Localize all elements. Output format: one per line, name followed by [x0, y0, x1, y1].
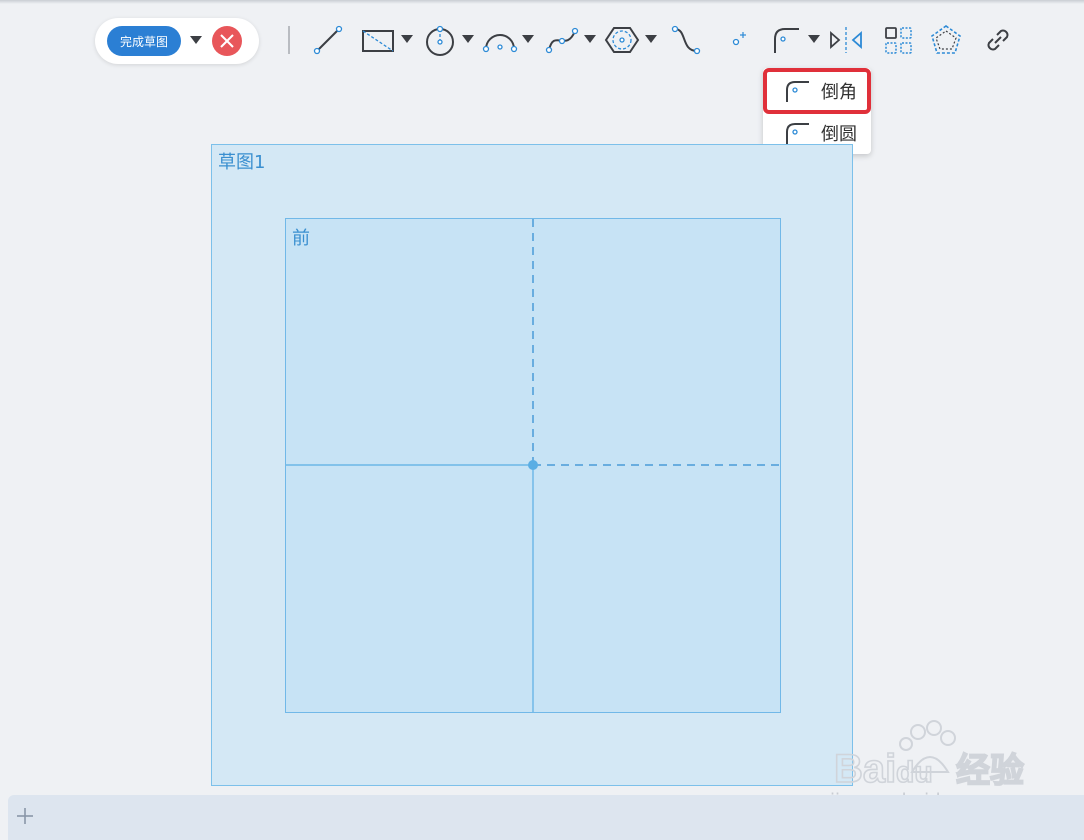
svg-text:Bai: Bai — [834, 747, 896, 791]
sketch-axes — [286, 219, 780, 712]
bottom-tab-bar — [8, 795, 1084, 840]
add-tab-button[interactable] — [12, 796, 38, 836]
svg-text:经验: 经验 — [956, 751, 1024, 790]
origin-point[interactable] — [528, 460, 538, 470]
svg-text:du: du — [896, 756, 933, 789]
plus-icon — [17, 808, 33, 824]
